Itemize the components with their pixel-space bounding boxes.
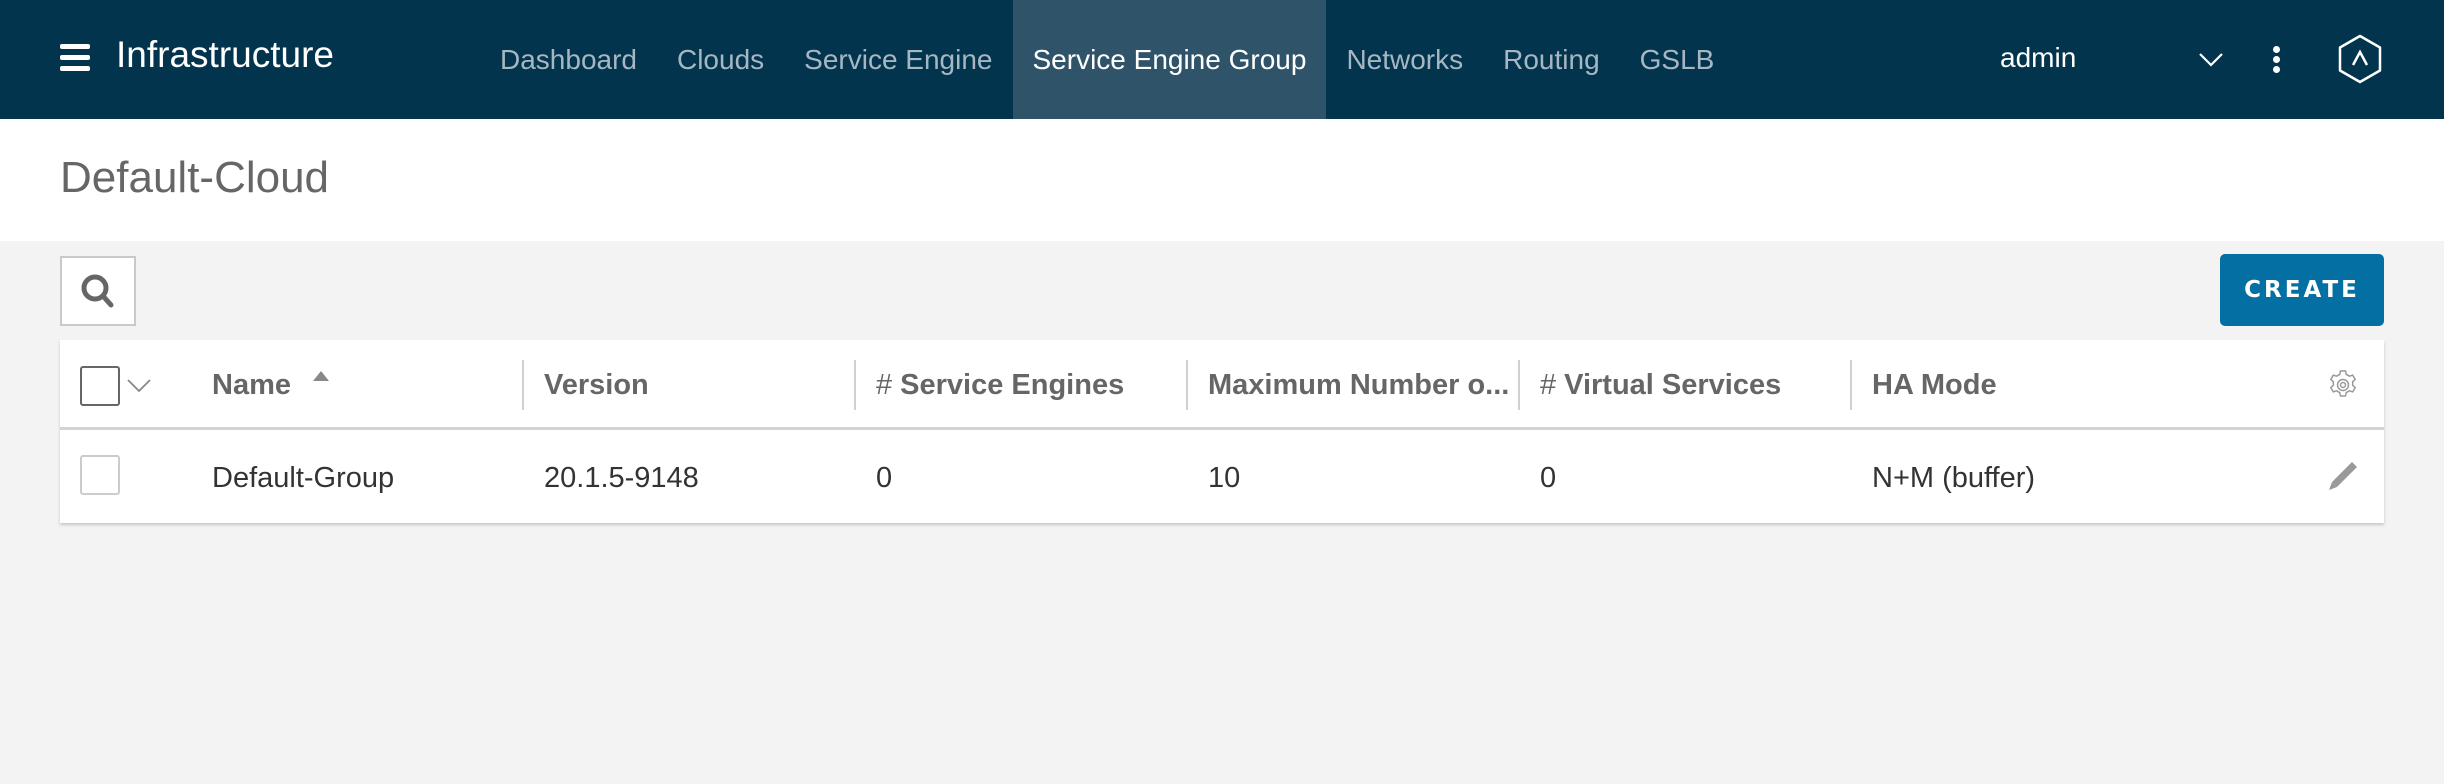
service-engine-group-table: Name Version # Service Engines Maximum N… (60, 340, 2384, 523)
nav-tabs: Dashboard Clouds Service Engine Service … (480, 0, 1734, 119)
cell-ha-mode: N+M (buffer) (1872, 461, 2036, 494)
chevron-down-icon[interactable] (126, 372, 152, 398)
gear-icon[interactable] (2326, 368, 2360, 402)
hamburger-menu-icon[interactable] (60, 44, 90, 72)
user-menu-label[interactable]: admin (2000, 42, 2076, 74)
tab-networks[interactable]: Networks (1326, 0, 1483, 119)
tab-service-engine-group[interactable]: Service Engine Group (1012, 0, 1327, 119)
search-button[interactable] (60, 256, 136, 326)
create-button[interactable]: CREATE (2220, 254, 2384, 326)
sort-ascending-icon (313, 371, 329, 381)
column-label: Version (544, 368, 649, 401)
column-header-virtual-services[interactable]: # Virtual Services (1520, 340, 1850, 430)
tab-clouds[interactable]: Clouds (657, 0, 784, 119)
tab-gslb[interactable]: GSLB (1620, 0, 1735, 119)
app-title: Infrastructure (116, 34, 334, 75)
pencil-edit-icon[interactable] (2326, 459, 2360, 493)
column-label: Service Engines (900, 368, 1125, 401)
hash-prefix: # (1540, 368, 1557, 401)
column-label: Maximum Number o... (1208, 368, 1510, 401)
cell-max-number: 10 (1208, 461, 1241, 494)
row-checkbox[interactable] (80, 455, 120, 495)
cell-virtual-services: 0 (1540, 461, 1557, 494)
column-header-max-number[interactable]: Maximum Number o... (1188, 340, 1518, 430)
cell-service-engines: 0 (876, 461, 893, 494)
search-icon (81, 274, 114, 308)
column-header-ha-mode[interactable]: HA Mode (1852, 340, 2252, 430)
page-title: Default-Cloud (60, 153, 330, 202)
tab-dashboard[interactable]: Dashboard (480, 0, 657, 119)
tab-service-engine[interactable]: Service Engine (784, 0, 1012, 119)
select-all-checkbox[interactable] (80, 366, 120, 406)
tab-routing[interactable]: Routing (1483, 0, 1620, 119)
chevron-down-icon[interactable] (2198, 46, 2224, 72)
column-label: HA Mode (1872, 368, 1997, 401)
hexagon-logo-icon[interactable] (2335, 34, 2385, 84)
top-navigation-bar: Infrastructure Dashboard Clouds Service … (0, 0, 2444, 119)
hash-prefix: # (876, 368, 893, 401)
table-header: Name Version # Service Engines Maximum N… (60, 340, 2384, 430)
cell-name[interactable]: Default-Group (192, 433, 394, 523)
table-row[interactable]: Default-Group 20.1.5-9148 0 10 0 N+M (bu… (60, 433, 2384, 523)
column-header-service-engines[interactable]: # Service Engines (856, 340, 1186, 430)
cell-version: 20.1.5-9148 (544, 461, 699, 494)
column-label: Name (212, 368, 291, 401)
page-header: Default-Cloud (0, 119, 2444, 241)
column-label: Virtual Services (1564, 368, 1782, 401)
kebab-menu-icon[interactable] (2266, 46, 2286, 76)
column-header-version[interactable]: Version (524, 340, 854, 430)
